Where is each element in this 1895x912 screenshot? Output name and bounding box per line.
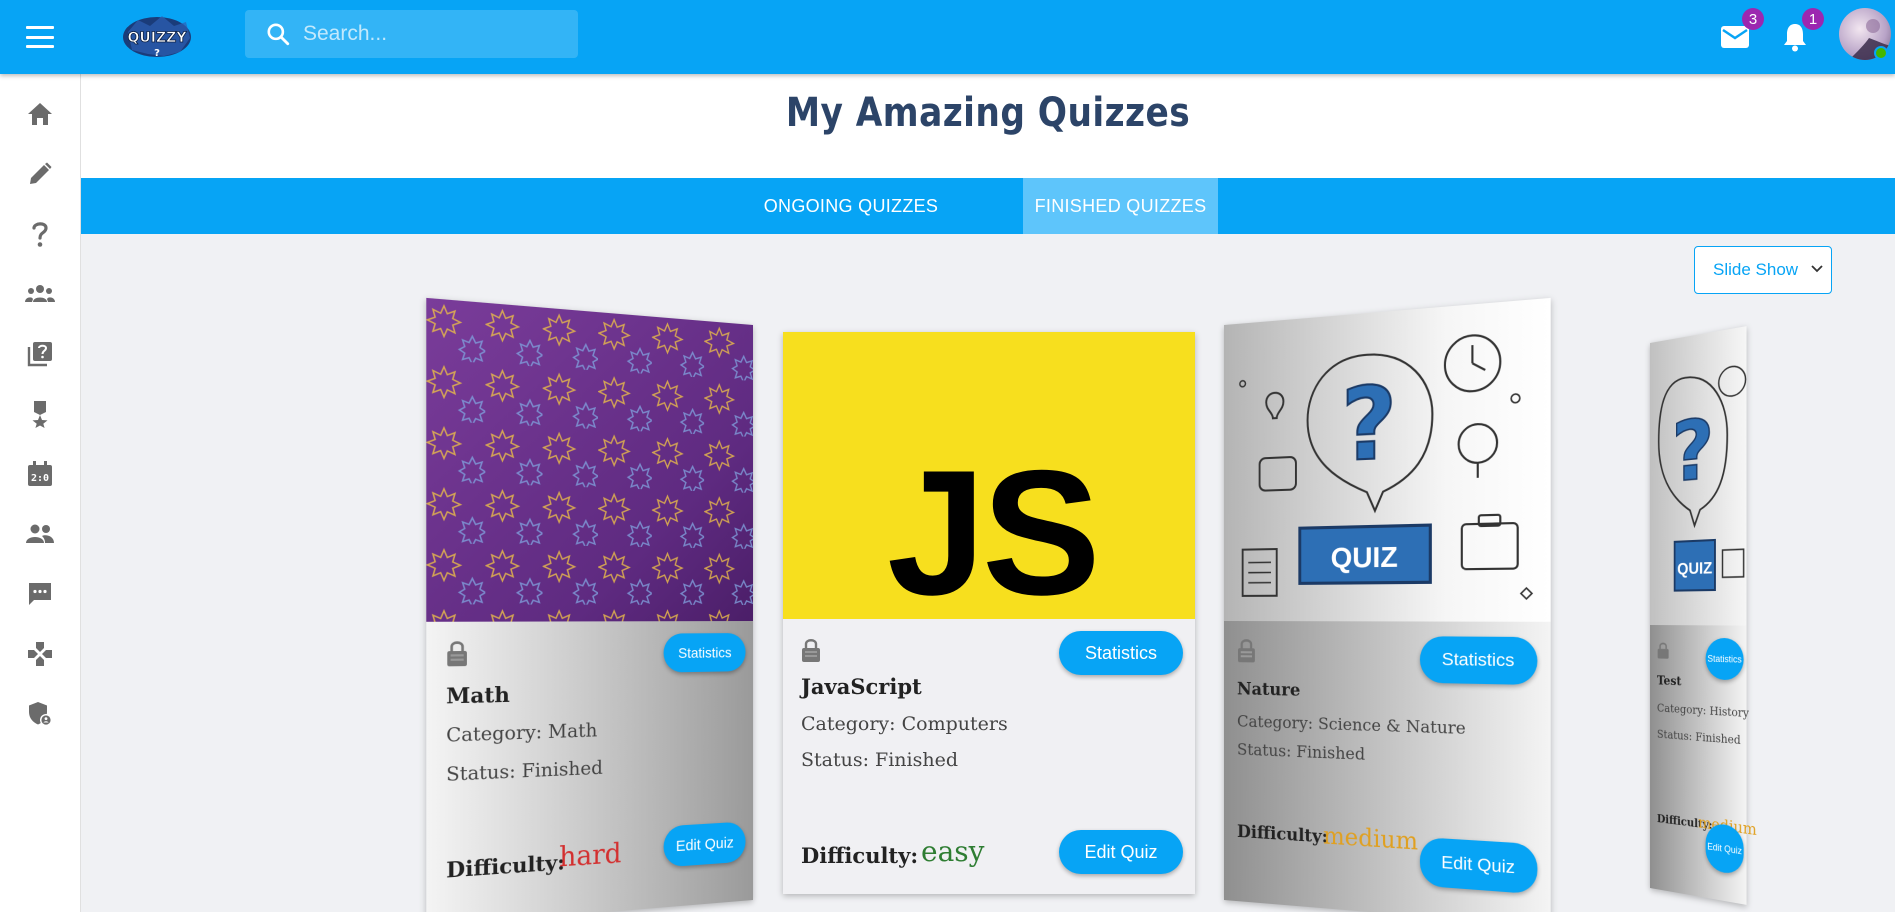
tab-ongoing-quizzes[interactable]: ONGOING QUIZZES <box>760 178 942 234</box>
sidebar-item-friends[interactable] <box>20 514 60 554</box>
sidebar-item-create[interactable] <box>20 154 60 194</box>
quiz-card-javascript[interactable]: JS Statistics JavaScript Category: Compu… <box>783 332 1195 894</box>
quiz-card-image: ? QUIZ <box>1224 297 1551 622</box>
sidebar-item-scoreboard[interactable]: 2:0 <box>20 454 60 494</box>
view-mode-value: Slide Show <box>1713 260 1799 279</box>
difficulty-label: Difficulty: <box>801 843 919 868</box>
sidebar: 2:0 <box>0 74 81 912</box>
lock-icon <box>802 639 820 662</box>
chat-icon <box>29 583 51 605</box>
quiz-title: Math <box>446 681 510 709</box>
svg-text:?: ? <box>154 48 160 59</box>
svg-text:?: ? <box>1672 400 1714 500</box>
quiz-card-nature[interactable]: ? QUIZ Statistics Nature Category: Scien… <box>1224 297 1551 912</box>
lock-icon <box>1237 637 1256 663</box>
quiz-card-image: JS <box>783 332 1195 619</box>
notifications-button[interactable]: 1 <box>1778 8 1824 54</box>
view-mode-select[interactable]: Slide Show <box>1694 246 1832 294</box>
svg-text:QUIZZY: QUIZZY <box>128 30 188 46</box>
quiz-status: Status: Finished <box>801 749 959 771</box>
top-app-bar: QUIZZY ? 3 1 <box>0 0 1895 74</box>
js-logo-text: JS <box>887 433 1101 620</box>
svg-text:2:0: 2:0 <box>31 473 49 484</box>
pencil-icon <box>30 162 52 184</box>
sidebar-item-groups[interactable] <box>20 274 60 314</box>
sidebar-item-chat[interactable] <box>20 574 60 614</box>
statistics-button[interactable]: Statistics <box>663 633 746 673</box>
admin-shield-icon <box>29 702 52 726</box>
statistics-button[interactable]: Statistics <box>1705 637 1744 681</box>
search-bar[interactable] <box>245 10 578 58</box>
notification-badge: 1 <box>1802 8 1824 30</box>
question-icon <box>32 222 48 247</box>
quiz-title: Nature <box>1237 679 1301 701</box>
sidebar-item-questions[interactable] <box>20 214 60 254</box>
statistics-button[interactable]: Statistics <box>1059 631 1183 675</box>
quiz-title: Test <box>1656 673 1682 689</box>
gamepad-icon <box>28 642 52 666</box>
svg-text:QUIZ: QUIZ <box>1677 559 1712 579</box>
mail-button[interactable]: 3 <box>1718 8 1764 54</box>
lock-icon <box>1657 641 1669 659</box>
groups-icon <box>25 285 55 302</box>
quiz-card-image: ? QUIZ <box>1650 326 1747 626</box>
home-icon <box>28 103 52 125</box>
edit-quiz-button[interactable]: Edit Quiz <box>1059 830 1183 874</box>
sidebar-item-quiz-library[interactable] <box>20 334 60 374</box>
quizzy-logo[interactable]: QUIZZY ? <box>120 12 194 62</box>
medal-icon <box>32 401 48 428</box>
mail-badge: 3 <box>1742 8 1764 30</box>
page-header: My Amazing Quizzes <box>81 74 1895 178</box>
sidebar-item-home[interactable] <box>20 94 60 134</box>
svg-text:?: ? <box>1341 364 1397 483</box>
people-icon <box>26 524 54 543</box>
quiz-card-test[interactable]: ? QUIZ Statistics Test Category: History… <box>1650 326 1757 905</box>
tab-finished-quizzes[interactable]: FINISHED QUIZZES <box>1023 178 1218 234</box>
quiz-tabs: ONGOING QUIZZES FINISHED QUIZZES <box>81 178 1895 234</box>
sidebar-item-achievements[interactable] <box>20 394 60 434</box>
edit-quiz-button[interactable]: Edit Quiz <box>1419 837 1538 895</box>
online-status-indicator <box>1874 46 1888 60</box>
page-title: My Amazing Quizzes <box>785 90 1191 136</box>
search-input[interactable] <box>303 22 563 46</box>
lock-icon <box>446 639 468 667</box>
svg-text:QUIZ: QUIZ <box>1331 541 1398 574</box>
difficulty-value: easy <box>921 835 985 868</box>
statistics-button[interactable]: Statistics <box>1419 636 1538 686</box>
difficulty-value: hard <box>559 838 622 874</box>
quiz-library-icon <box>27 342 52 367</box>
quiz-card-math[interactable]: Statistics Math Category: Math Status: F… <box>426 297 753 912</box>
quiz-title: JavaScript <box>801 674 922 699</box>
scoreboard-icon: 2:0 <box>28 461 52 486</box>
mail-icon <box>1721 26 1749 48</box>
sidebar-item-admin[interactable] <box>20 694 60 734</box>
edit-quiz-button[interactable]: Edit Quiz <box>663 821 746 868</box>
chevron-down-icon <box>1811 265 1823 273</box>
sidebar-item-games[interactable] <box>20 634 60 674</box>
quiz-category: Category: Computers <box>801 713 1008 735</box>
menu-icon[interactable] <box>24 23 56 51</box>
quiz-card-image <box>426 297 753 622</box>
search-icon <box>267 23 290 46</box>
